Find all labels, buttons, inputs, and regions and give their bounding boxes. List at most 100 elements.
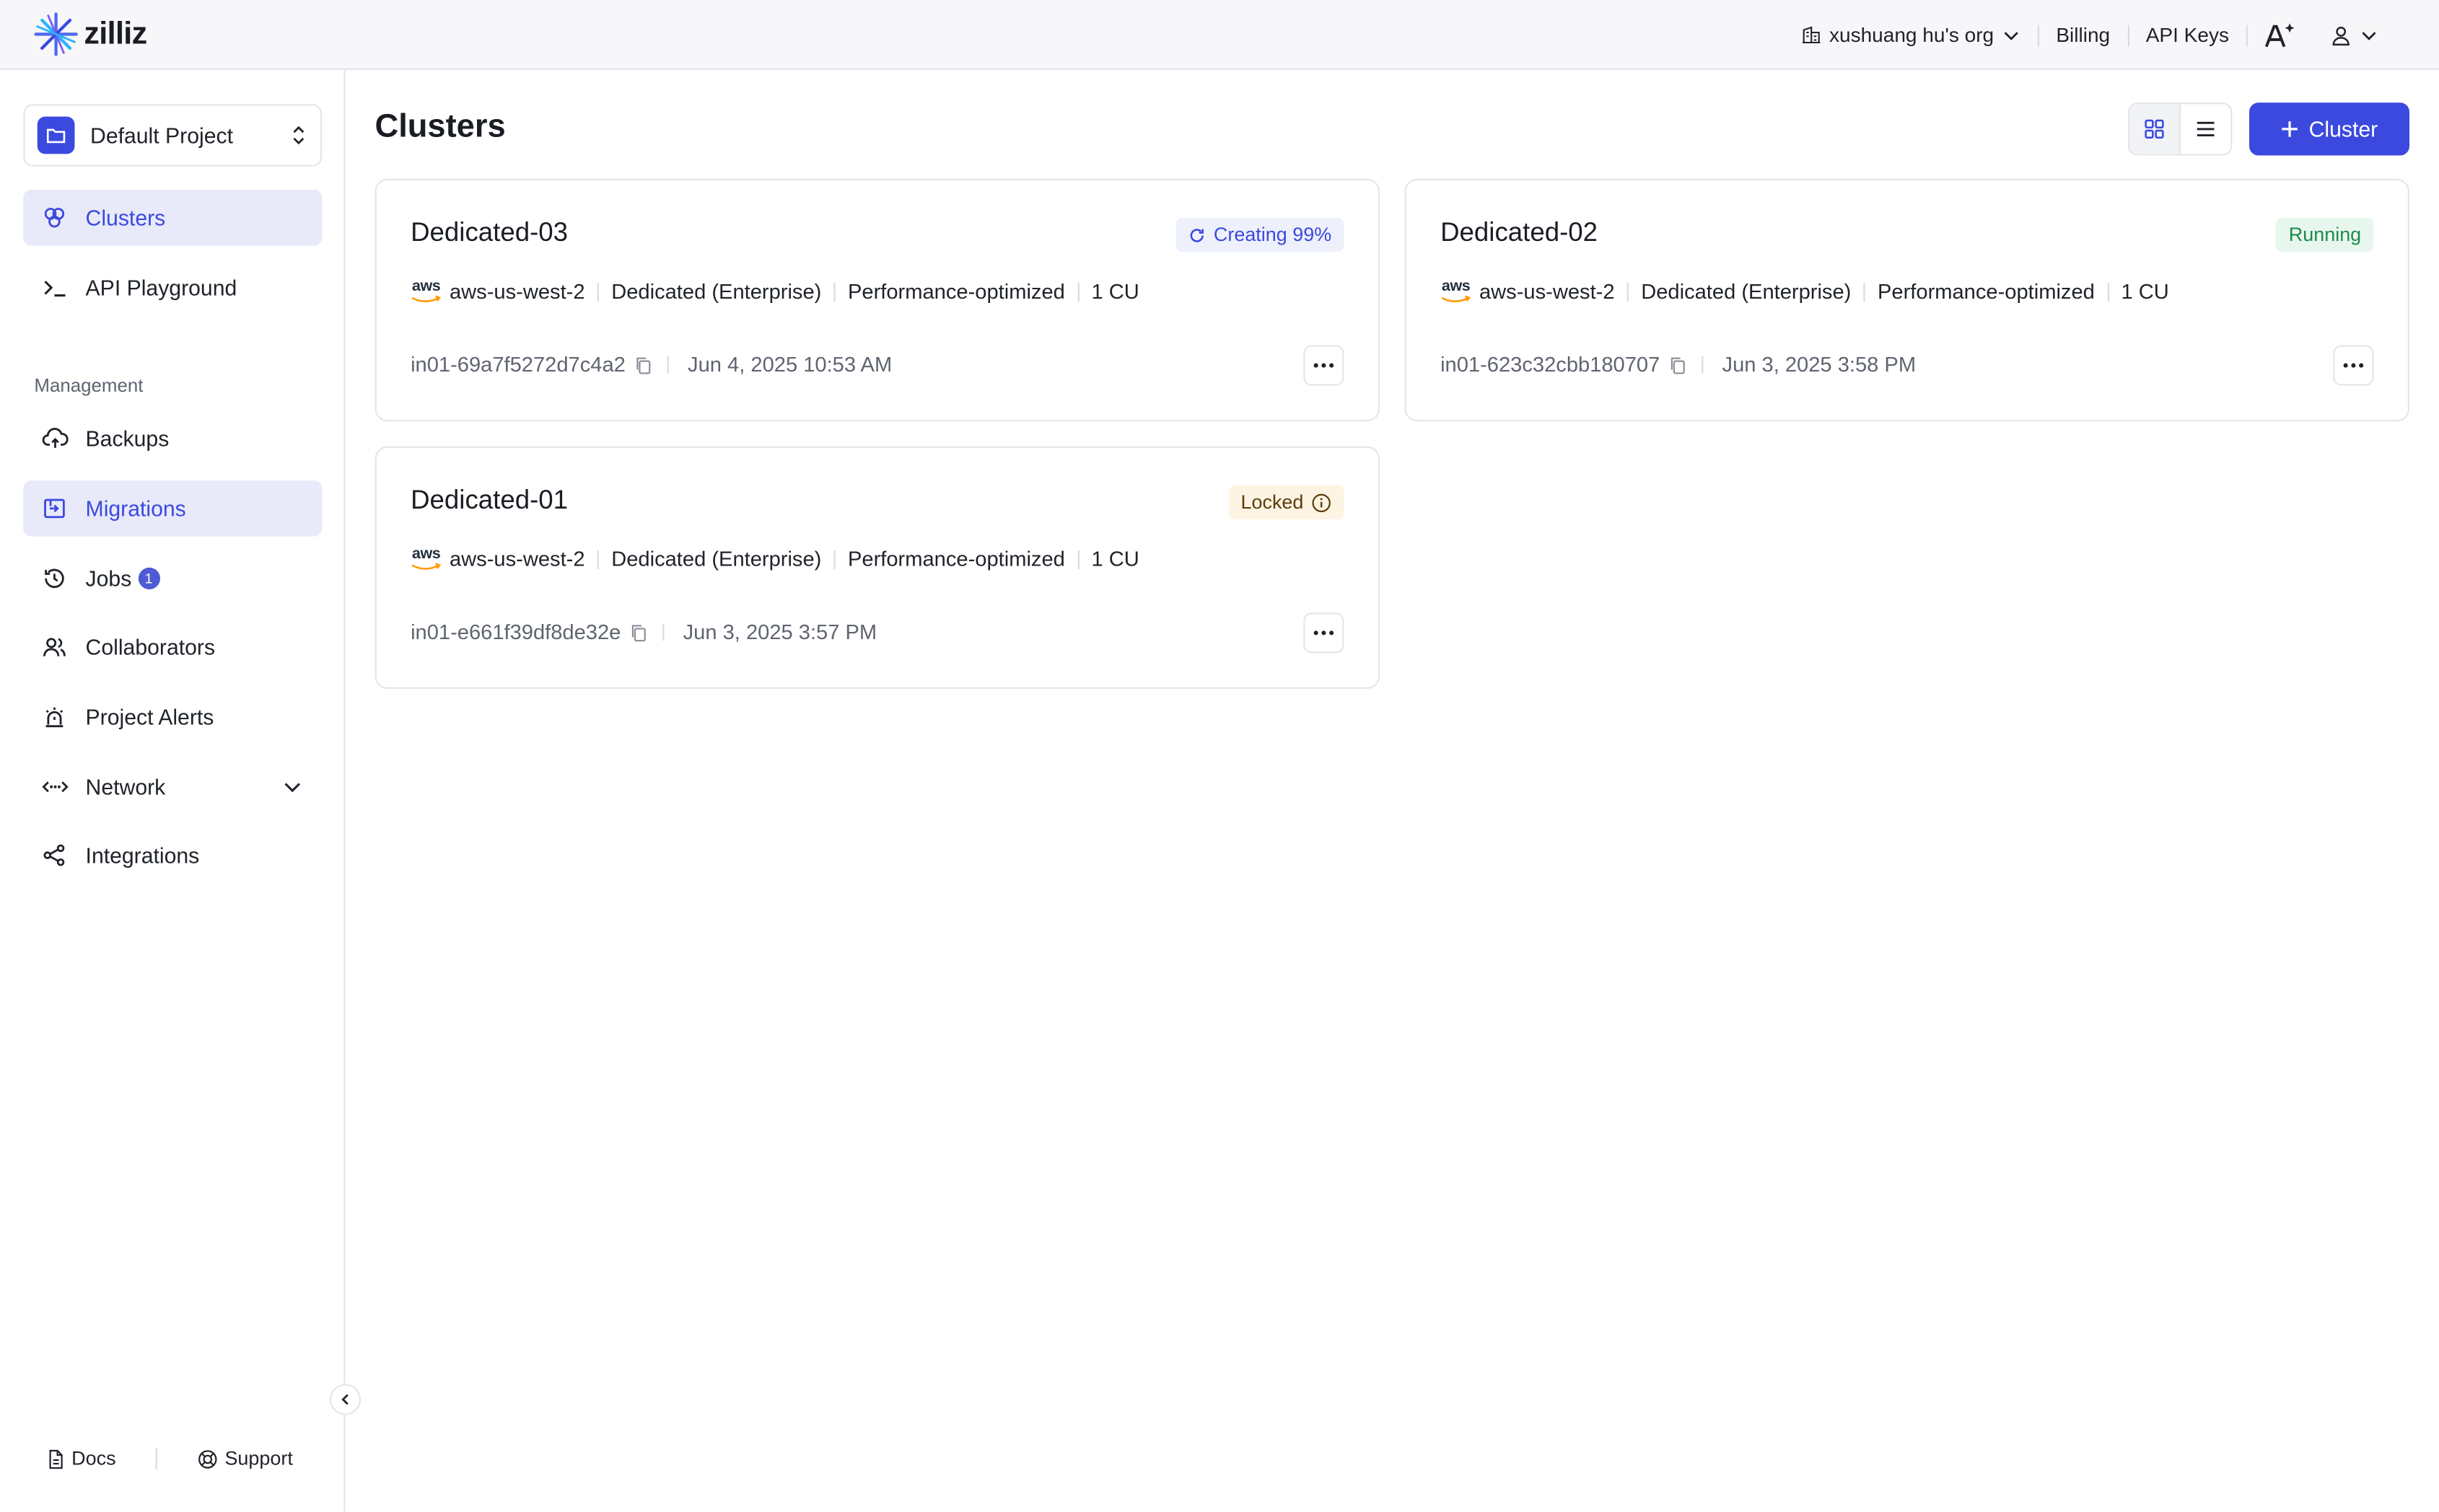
add-cluster-label: Cluster	[2308, 116, 2378, 142]
terminal-icon	[40, 273, 69, 302]
support-link[interactable]: Support	[198, 1448, 293, 1469]
status-badge: Running	[2276, 217, 2374, 252]
document-icon	[49, 1449, 63, 1469]
cluster-id: in01-69a7f5272d7c4a2	[411, 353, 626, 377]
chevron-down-icon	[2004, 31, 2018, 40]
logo-text: zilliz	[84, 16, 147, 51]
section-label-management: Management	[34, 374, 144, 397]
network-icon	[40, 773, 69, 801]
sidebar-item-label: Project Alerts	[85, 704, 214, 729]
divider	[833, 282, 836, 302]
project-selector[interactable]: Default Project	[23, 104, 323, 167]
copy-icon[interactable]	[1669, 356, 1686, 374]
divider	[667, 356, 670, 374]
user-menu[interactable]	[2313, 24, 2395, 45]
sidebar-item-label: Backups	[85, 426, 170, 452]
sidebar-item-label: Collaborators	[85, 634, 216, 659]
cluster-id-row: in01-e661f39df8de32e Jun 3, 2025 3:57 PM	[411, 620, 877, 643]
sidebar-item-label: API Playground	[85, 275, 237, 301]
cluster-card[interactable]: Dedicated-02 Running aws aws-us-west-2 D…	[1404, 178, 2410, 422]
org-switcher[interactable]: xushuang hu's org	[1784, 23, 2037, 47]
sidebar-item-label: Migrations	[85, 496, 186, 522]
cluster-id-row: in01-623c32cbb180707 Jun 3, 2025 3:58 PM	[1440, 353, 1916, 376]
support-icon	[199, 1449, 218, 1468]
zilliz-logo[interactable]: zilliz	[32, 11, 147, 58]
docs-label: Docs	[71, 1447, 116, 1470]
plus-icon	[2282, 121, 2298, 137]
cluster-card[interactable]: Dedicated-03 Creating 99% aws aws-us-wes…	[375, 178, 1380, 422]
grid-view-button[interactable]	[2129, 104, 2181, 154]
list-view-button[interactable]	[2181, 104, 2230, 154]
cluster-meta: aws aws-us-west-2 Dedicated (Enterprise)…	[411, 279, 1139, 304]
sidebar-item-collaborators[interactable]: Collaborators	[23, 619, 322, 675]
cluster-meta: aws aws-us-west-2 Dedicated (Enterprise)…	[1440, 279, 2169, 304]
ai-assistant-button[interactable]	[2248, 21, 2313, 49]
cluster-card[interactable]: Dedicated-01 Locked aws aws-us-west-2 De…	[375, 446, 1380, 689]
divider	[2107, 282, 2109, 302]
list-icon	[2197, 121, 2215, 136]
sidebar-item-jobs[interactable]: Jobs 1	[23, 550, 322, 607]
cluster-name: Dedicated-02	[1440, 217, 1598, 247]
view-toggle	[2127, 102, 2233, 156]
cluster-type: Performance-optimized	[848, 280, 1065, 304]
aws-icon: aws	[1440, 279, 1471, 303]
building-icon	[1802, 26, 1821, 44]
sidebar-item-project-alerts[interactable]: Project Alerts	[23, 689, 322, 745]
api-keys-link[interactable]: API Keys	[2129, 23, 2246, 46]
chevron-up-down-icon	[293, 126, 305, 145]
divider	[1863, 282, 1865, 302]
cluster-region: aws-us-west-2	[449, 280, 585, 304]
migration-icon	[40, 494, 69, 522]
sidebar-item-label: Clusters	[85, 205, 166, 231]
ai-text-icon	[2264, 22, 2295, 47]
cluster-cu: 1 CU	[1091, 547, 1139, 571]
divider	[597, 550, 599, 568]
cluster-created-date: Jun 4, 2025 10:53 AM	[688, 353, 893, 377]
cluster-type: Performance-optimized	[1878, 280, 2095, 304]
divider	[833, 550, 836, 568]
collapse-sidebar-button[interactable]	[329, 1384, 362, 1415]
sidebar-item-label: Jobs	[85, 566, 132, 592]
zilliz-logo-icon	[34, 12, 78, 56]
aws-icon: aws	[411, 547, 442, 571]
cluster-region: aws-us-west-2	[1479, 280, 1615, 304]
cluster-created-date: Jun 3, 2025 3:58 PM	[1722, 353, 1917, 377]
billing-link[interactable]: Billing	[2039, 23, 2127, 46]
cluster-cu: 1 CU	[1091, 280, 1139, 304]
docs-link[interactable]: Docs	[47, 1448, 116, 1469]
sidebar-item-migrations[interactable]: Migrations	[23, 480, 323, 537]
sidebar-item-api-playground[interactable]: API Playground	[23, 260, 322, 316]
status-label: Running	[2288, 224, 2362, 246]
sidebar-item-backups[interactable]: Backups	[23, 410, 322, 467]
cluster-id: in01-e661f39df8de32e	[411, 620, 621, 644]
divider	[156, 1447, 158, 1470]
cluster-name: Dedicated-03	[411, 217, 569, 247]
sidebar-item-label: Network	[85, 774, 166, 799]
cluster-plan: Dedicated (Enterprise)	[1641, 280, 1852, 304]
info-icon[interactable]	[1311, 492, 1331, 512]
add-cluster-button[interactable]: Cluster	[2248, 102, 2410, 156]
sidebar-item-clusters[interactable]: Clusters	[23, 189, 323, 246]
clusters-icon	[40, 203, 69, 232]
api-keys-label: API Keys	[2145, 23, 2229, 47]
more-actions-button[interactable]	[1303, 612, 1344, 654]
copy-icon[interactable]	[635, 356, 652, 374]
cluster-cu: 1 CU	[2121, 280, 2169, 304]
share-icon	[40, 841, 69, 869]
user-icon	[2332, 25, 2350, 45]
chevron-down-icon	[2362, 31, 2376, 40]
users-icon	[40, 633, 69, 661]
sidebar-item-integrations[interactable]: Integrations	[23, 827, 322, 884]
more-actions-button[interactable]	[2333, 345, 2374, 386]
copy-icon[interactable]	[630, 623, 647, 641]
chevron-down-icon	[284, 783, 301, 793]
cluster-meta: aws aws-us-west-2 Dedicated (Enterprise)…	[411, 547, 1139, 571]
cloud-upload-icon	[40, 424, 69, 452]
top-bar: zilliz xushuang hu's org Billing API Key…	[0, 0, 2439, 71]
more-actions-button[interactable]	[1303, 345, 1344, 386]
sidebar-item-network[interactable]: Network	[23, 759, 322, 815]
grid-icon	[2145, 119, 2164, 139]
cluster-id-row: in01-69a7f5272d7c4a2 Jun 4, 2025 10:53 A…	[411, 353, 892, 376]
cluster-plan: Dedicated (Enterprise)	[611, 547, 822, 571]
folder-icon	[37, 116, 75, 154]
